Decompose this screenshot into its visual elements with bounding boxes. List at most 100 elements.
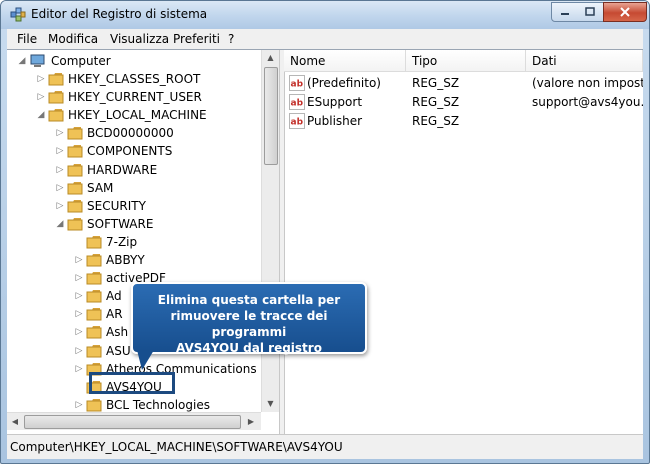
folder-icon-wrap [67,217,83,231]
menu-edit[interactable]: Modifica [48,32,98,46]
tree-item[interactable]: ▷ ABBYY [74,251,145,269]
expand-arrow-icon[interactable]: ▷ [74,400,84,410]
expand-arrow-icon[interactable]: ▷ [55,146,65,156]
window-title: Editor del Registro di sistema [31,7,208,21]
folder-icon [48,73,64,86]
scroll-thumb[interactable] [24,415,241,429]
tree-label: HARDWARE [87,162,158,177]
folder-icon-wrap [86,344,102,358]
tree-item[interactable]: ▷ HKEY_CURRENT_USER [36,88,202,106]
tree-label: 7-Zip [106,234,138,249]
menu-view[interactable]: Visualizza [110,32,169,46]
tree-item[interactable]: ▷ BCD00000000 [55,124,174,142]
expand-arrow-icon[interactable]: ▷ [36,92,46,102]
title-bar[interactable]: Editor del Registro di sistema [1,1,649,29]
menu-help[interactable]: ? [228,32,234,46]
folder-icon-wrap [86,271,102,285]
folder-icon-wrap [86,325,102,339]
tree-item[interactable]: ▷ ASU [74,342,131,360]
expand-arrow-icon[interactable]: ▷ [55,201,65,211]
scroll-up-arrow-icon[interactable]: ▲ [263,50,278,66]
tree-item[interactable]: ▷ AR [74,305,123,323]
tree-label: Ash [106,325,129,340]
expand-arrow-icon[interactable]: ▷ [74,309,84,319]
client-area: ◢ Computer ▷ HKEY_CLASSES_ROOT ▷ HKEY_CURRE… [7,49,643,434]
tree-label: SAM [87,180,114,195]
collapse-arrow-icon[interactable]: ◢ [36,110,46,120]
expand-arrow-icon[interactable]: ▷ [74,273,84,283]
expand-arrow-icon[interactable]: ▷ [55,183,65,193]
string-value-icon: ab [289,94,305,110]
list-row[interactable]: ab Publisher REG_SZ [284,112,643,131]
expand-arrow-icon[interactable]: ▷ [74,327,84,337]
folder-icon [67,217,83,231]
value-type: REG_SZ [412,114,460,128]
folder-icon [86,308,102,321]
folder-icon [67,145,83,158]
column-header-type[interactable]: Tipo [406,50,526,72]
tree-item[interactable]: ▷ Ash [74,323,129,341]
tree-label: AR [106,307,123,322]
tree-item[interactable]: ▷ SECURITY [55,197,146,215]
folder-icon-wrap [86,307,102,321]
scroll-right-arrow-icon[interactable]: ▶ [243,414,259,429]
column-header-name[interactable]: Nome [284,50,406,72]
list-row[interactable]: abESupport REG_SZ support@avs4you.co [284,93,643,112]
value-name: Publisher [307,114,363,128]
folder-icon [67,127,83,140]
tree-horizontal-scrollbar[interactable]: ◀ ▶ [7,412,261,430]
folder-icon [67,199,83,213]
folder-icon [86,254,102,267]
folder-icon [48,91,64,104]
tree-label: Ad [106,289,122,304]
tree-item-computer[interactable]: ◢ Computer [17,52,111,70]
folder-icon-wrap [67,181,83,195]
menu-favorites[interactable]: Preferiti [173,32,220,46]
scroll-down-arrow-icon[interactable]: ▼ [263,396,278,412]
list-row[interactable]: ab(Predefinito) REG_SZ (valore non imposta… [284,74,643,93]
tree-label: HKEY_CURRENT_USER [68,90,202,105]
tree-label: ABBYY [106,253,145,267]
string-value-icon: ab [289,113,305,129]
tree-label: BCL Technologies [106,397,210,412]
folder-icon [86,326,102,339]
folder-icon-wrap [67,144,83,158]
maximize-icon [585,7,595,16]
close-button[interactable] [603,2,647,22]
tree-item[interactable]: ▷ HKEY_CLASSES_ROOT [36,70,201,88]
expand-arrow-icon[interactable]: ▷ [74,291,84,301]
minimize-button[interactable] [551,2,579,22]
folder-icon-wrap [86,253,102,267]
menu-file[interactable]: File [17,32,37,46]
scroll-left-arrow-icon[interactable]: ◀ [7,414,23,429]
expand-arrow-icon[interactable]: ▷ [36,74,46,84]
collapse-arrow-icon[interactable]: ◢ [55,219,65,229]
folder-icon-wrap [48,108,64,122]
tree-label: COMPONENTS [87,144,173,159]
scroll-thumb[interactable] [264,67,278,165]
tree-item[interactable]: ◢ SOFTWARE [55,215,154,233]
expand-arrow-icon[interactable]: ▷ [74,255,84,265]
expand-arrow-icon[interactable]: ▷ [74,346,84,356]
expand-arrow-icon[interactable]: ▷ [55,165,65,175]
svg-text:ab: ab [291,118,304,128]
tree-item[interactable]: ▷ COMPONENTS [55,142,173,160]
folder-icon [86,235,102,249]
tree-item[interactable]: ▷ HARDWARE [55,161,158,179]
registry-editor-window: Editor del Registro di sistema File Modi… [0,0,650,464]
string-value-icon: ab [289,75,305,91]
column-header-data[interactable]: Dati [526,50,643,72]
tree-vertical-scrollbar[interactable]: ▲ ▼ [261,50,279,412]
maximize-button[interactable] [577,2,604,22]
computer-icon [30,54,45,67]
tree-item[interactable]: ◢ HKEY_LOCAL_MACHINE [36,106,207,124]
collapse-arrow-icon[interactable]: ◢ [17,56,27,66]
expand-arrow-icon[interactable]: ▷ [55,128,65,138]
status-path: Computer\HKEY_LOCAL_MACHINE\SOFTWARE\AVS… [10,440,343,454]
tree-item[interactable]: 7-Zip [74,233,137,251]
expand-arrow-icon[interactable]: ▷ [74,364,84,374]
tree-item[interactable]: ▷ Ad [74,287,122,305]
tree-item[interactable]: ▷ SAM [55,179,114,197]
folder-icon [67,181,83,195]
value-name: ESupport [307,95,363,109]
